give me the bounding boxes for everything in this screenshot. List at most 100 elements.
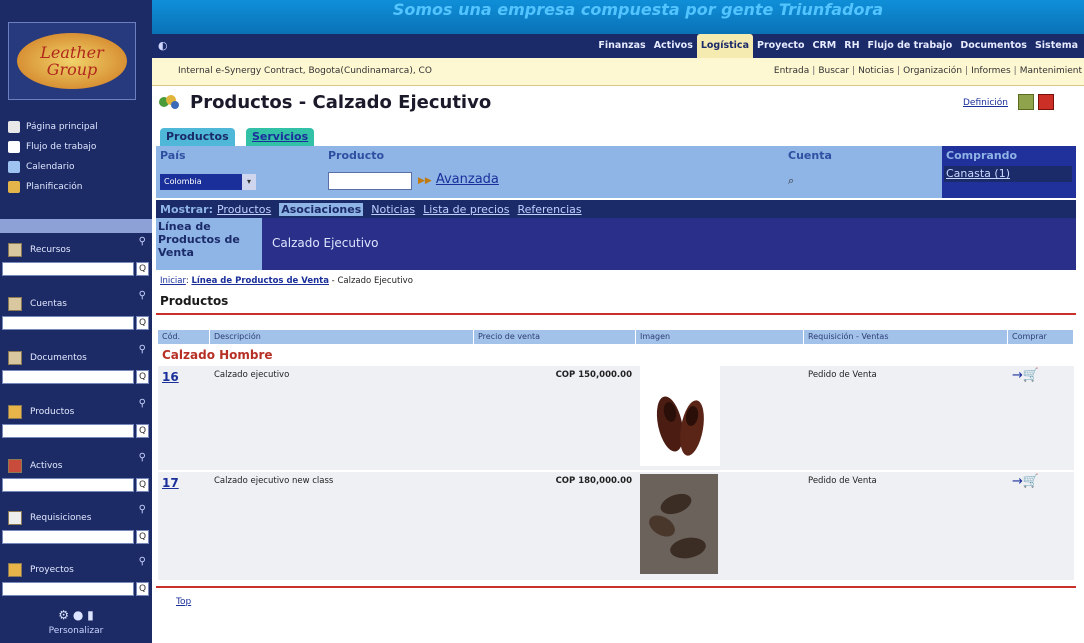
requisitions-search-input[interactable] bbox=[2, 530, 134, 544]
section-header[interactable]: Proyectos bbox=[8, 560, 148, 580]
section-label: Requisiciones bbox=[30, 513, 92, 523]
section-header[interactable]: Productos bbox=[8, 402, 148, 422]
edit-icon[interactable] bbox=[1018, 94, 1034, 110]
definition-link[interactable]: Definición bbox=[963, 98, 1008, 108]
chevron-down-icon[interactable]: ▾ bbox=[242, 174, 256, 190]
link-entrada[interactable]: Entrada bbox=[774, 66, 809, 76]
section-header[interactable]: Documentos bbox=[8, 348, 148, 368]
section-header[interactable]: Activos bbox=[8, 456, 148, 476]
documents-search-input[interactable] bbox=[2, 370, 134, 384]
company-logo[interactable]: Leather Group bbox=[8, 22, 136, 100]
menu-items: Finanzas Activos Logística Proyecto CRM … bbox=[594, 34, 1082, 58]
link-organizacion[interactable]: Organización bbox=[903, 66, 962, 76]
menu-item-logistica[interactable]: Logística bbox=[696, 34, 753, 58]
section-label: Cuentas bbox=[30, 299, 67, 309]
show-link-referencias[interactable]: Referencias bbox=[517, 203, 581, 216]
sidebar-item-workflow[interactable]: Flujo de trabajo bbox=[8, 138, 96, 156]
breadcrumb-start[interactable]: Iniciar bbox=[160, 276, 186, 286]
menu-item-flujo[interactable]: Flujo de trabajo bbox=[864, 34, 957, 58]
settings-icon[interactable]: ⚙ bbox=[58, 608, 69, 622]
assets-search-input[interactable] bbox=[2, 478, 134, 492]
search-icon[interactable]: ⚲ bbox=[139, 398, 146, 409]
col-requisition[interactable]: Requisición - Ventas bbox=[804, 330, 1008, 344]
product-search-input[interactable] bbox=[328, 172, 412, 190]
col-image: Imagen bbox=[636, 330, 804, 344]
product-code-link[interactable]: 17 bbox=[158, 472, 183, 494]
menu-item-sistema[interactable]: Sistema bbox=[1031, 34, 1082, 58]
sidebar-item-label: Calendario bbox=[26, 162, 75, 172]
search-icon[interactable]: ⚲ bbox=[139, 556, 146, 567]
search-panel: País Colombia ▾ Producto ▶▶ Avanzada Cuen… bbox=[156, 146, 1076, 198]
show-link-asociaciones[interactable]: Asociaciones bbox=[279, 202, 364, 216]
tab-servicios[interactable]: Servicios bbox=[246, 128, 315, 146]
menu-item-activos[interactable]: Activos bbox=[650, 34, 697, 58]
add-to-cart-icon[interactable]: →🛒 bbox=[1008, 366, 1043, 387]
resources-search-input[interactable] bbox=[2, 262, 134, 276]
search-go-button[interactable]: Q bbox=[136, 582, 149, 596]
section-header[interactable]: Recursos bbox=[8, 240, 148, 260]
search-go-button[interactable]: Q bbox=[136, 262, 149, 276]
breadcrumb-product-line[interactable]: Línea de Productos de Venta bbox=[191, 276, 329, 286]
sidebar-section-requisitions: Requisiciones ⚲ Q bbox=[0, 500, 152, 560]
table-row: 17 Calzado ejecutivo new class COP 180,0… bbox=[158, 472, 1074, 580]
add-to-cart-icon[interactable]: →🛒 bbox=[1008, 472, 1043, 493]
search-go-button[interactable]: Q bbox=[136, 478, 149, 492]
breadcrumb-current: Calzado Ejecutivo bbox=[337, 276, 413, 286]
country-value: Colombia bbox=[164, 177, 202, 186]
projects-search-input[interactable] bbox=[2, 582, 134, 596]
search-go-button[interactable]: Q bbox=[136, 370, 149, 384]
link-noticias[interactable]: Noticias bbox=[858, 66, 894, 76]
personalize-link[interactable]: Personalizar bbox=[0, 626, 152, 636]
collapse-icon[interactable]: ◐ bbox=[158, 39, 168, 52]
close-icon[interactable] bbox=[1038, 94, 1054, 110]
search-icon[interactable]: ⚲ bbox=[139, 236, 146, 247]
search-icon[interactable]: ⚲ bbox=[139, 452, 146, 463]
sidebar-item-calendar[interactable]: Calendario bbox=[8, 158, 74, 176]
cart-link[interactable]: Canasta (1) bbox=[944, 166, 1072, 182]
section-header[interactable]: Cuentas bbox=[8, 294, 148, 314]
col-price[interactable]: Precio de venta bbox=[474, 330, 636, 344]
menu-item-documentos[interactable]: Documentos bbox=[956, 34, 1031, 58]
requisition-type: Pedido de Venta bbox=[808, 370, 877, 380]
show-link-productos[interactable]: Productos bbox=[217, 203, 271, 216]
menu-item-proyecto[interactable]: Proyecto bbox=[753, 34, 809, 58]
section-header[interactable]: Requisiciones bbox=[8, 508, 148, 528]
product-code-link[interactable]: 16 bbox=[158, 366, 183, 388]
products-search-input[interactable] bbox=[2, 424, 134, 438]
help-icon[interactable]: ● bbox=[73, 608, 83, 622]
col-description[interactable]: Descripción bbox=[210, 330, 474, 344]
menu-item-rh[interactable]: RH bbox=[840, 34, 863, 58]
link-mantenimiento[interactable]: Mantenimient bbox=[1020, 66, 1082, 76]
link-buscar[interactable]: Buscar bbox=[818, 66, 849, 76]
accounts-search-input[interactable] bbox=[2, 316, 134, 330]
menu-item-crm[interactable]: CRM bbox=[809, 34, 841, 58]
search-go-button[interactable]: Q bbox=[136, 530, 149, 544]
show-link-lista-precios[interactable]: Lista de precios bbox=[423, 203, 509, 216]
search-go-button[interactable]: Q bbox=[136, 424, 149, 438]
show-link-noticias[interactable]: Noticias bbox=[371, 203, 415, 216]
logo-line-1: Leather bbox=[40, 43, 104, 62]
search-icon[interactable]: ⚲ bbox=[139, 344, 146, 355]
buying-box: Comprando Canasta (1) bbox=[942, 146, 1076, 198]
sidebar-tools: ⚙ ● ▮ bbox=[0, 608, 152, 622]
bookmark-icon[interactable]: ▮ bbox=[87, 608, 94, 622]
product-line-label: Línea de Productos de Venta bbox=[156, 218, 262, 270]
product-line-box: Línea de Productos de Venta Calzado Ejec… bbox=[156, 218, 1076, 270]
menu-item-finanzas[interactable]: Finanzas bbox=[594, 34, 649, 58]
back-to-top-link[interactable]: Top bbox=[176, 597, 191, 607]
search-icon[interactable]: ⚲ bbox=[139, 290, 146, 301]
tab-productos[interactable]: Productos bbox=[160, 128, 235, 146]
product-image[interactable] bbox=[640, 366, 720, 466]
product-image[interactable] bbox=[640, 474, 718, 574]
sidebar-item-planning[interactable]: Planificación bbox=[8, 178, 82, 196]
country-select[interactable]: Colombia ▾ bbox=[160, 174, 256, 190]
product-description: Calzado ejecutivo bbox=[214, 370, 290, 380]
search-icon[interactable]: ⚲ bbox=[139, 504, 146, 515]
products-icon bbox=[8, 405, 22, 419]
advanced-search-link[interactable]: ▶▶ Avanzada bbox=[418, 172, 499, 187]
search-go-button[interactable]: Q bbox=[136, 316, 149, 330]
col-code[interactable]: Cód. bbox=[158, 330, 210, 344]
account-lookup-icon[interactable]: ⌕ bbox=[788, 174, 802, 188]
link-informes[interactable]: Informes bbox=[971, 66, 1011, 76]
sidebar-item-home[interactable]: Página principal bbox=[8, 118, 98, 136]
